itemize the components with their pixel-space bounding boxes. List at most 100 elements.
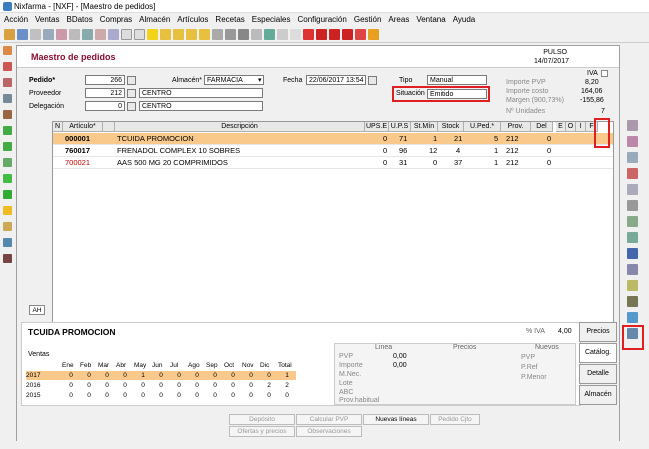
pedido-field[interactable]: 266 [85,75,125,85]
menu-areas[interactable]: Areas [388,15,409,24]
list-icon[interactable] [69,29,80,40]
col-ups[interactable]: U.P.S [389,122,411,132]
col-stmin[interactable]: St.Mín [411,122,438,132]
menu-almacen[interactable]: Almacén [139,15,170,24]
tab-catalogo[interactable]: Catálog. [579,343,617,363]
menu-compras[interactable]: Compras [100,15,132,24]
tab-detalle[interactable]: Detalle [579,364,617,384]
ofertas-button[interactable]: Ofertas y precios [229,426,295,437]
search-icon[interactable] [251,29,262,40]
menu-especiales[interactable]: Especiales [252,15,291,24]
prev-icon[interactable] [173,29,184,40]
doc2-icon[interactable] [134,29,145,40]
proveedor-lookup-icon[interactable] [127,89,136,98]
tab-precios[interactable]: Precios [579,322,617,342]
table-row[interactable]: 700021 AAS 500 MG 20 COMPRIMIDOS 0 31 0 … [53,157,613,169]
undo-icon[interactable] [30,29,41,40]
observaciones-button[interactable]: Observaciones [296,426,362,437]
delegacion-lookup-icon[interactable] [127,102,136,111]
situacion-field[interactable]: Emitido [427,89,487,99]
nav-icon-6[interactable] [3,126,12,135]
menu-ventas[interactable]: Ventas [35,15,59,24]
delegacion-name-field[interactable]: CENTRO [139,101,263,111]
doc-icon[interactable] [121,29,132,40]
last-icon[interactable] [199,29,210,40]
blank-icon[interactable] [290,29,301,40]
col-i[interactable]: I [576,122,586,132]
warning-icon[interactable] [3,206,12,215]
tool-icon-12[interactable] [627,296,638,307]
red-icon[interactable] [303,29,314,40]
proveedor-field[interactable]: 212 [85,88,125,98]
tool-icon-5[interactable] [627,184,638,195]
menu-accion[interactable]: Acción [4,15,28,24]
tab-almacen[interactable]: Almacén [579,385,617,405]
calendar-icon[interactable] [368,76,377,85]
col-articulo[interactable]: Artículo* [63,122,103,132]
help-icon[interactable] [355,29,366,40]
copy-icon[interactable] [95,29,106,40]
col-del[interactable]: Del [531,122,553,132]
ah-tab[interactable]: AH [29,305,45,315]
nav-icon-13[interactable] [3,238,12,247]
tool-icon-1[interactable] [627,120,638,131]
recycle-icon[interactable] [3,190,12,199]
delegacion-field[interactable]: 0 [85,101,125,111]
refresh-icon[interactable] [212,29,223,40]
nav-icon-5[interactable] [3,110,12,119]
col-prov[interactable]: Prov. [501,122,531,132]
folder-icon[interactable] [4,29,15,40]
col-uped[interactable]: U.Ped.* [464,122,501,132]
find-icon[interactable] [43,29,54,40]
preview-icon[interactable] [238,29,249,40]
first-icon[interactable] [160,29,171,40]
tipo-field[interactable]: Manual [427,75,487,85]
deposito-button[interactable]: Depósito [229,414,295,425]
filter-icon[interactable] [56,29,67,40]
table-row[interactable]: 760017 FRENADOL COMPLEX 10 SOBRES 0 96 1… [53,145,613,157]
save-icon[interactable] [17,29,28,40]
menu-gestion[interactable]: Gestión [354,15,382,24]
menu-bdatos[interactable]: BDatos [66,15,92,24]
tool-icon-2[interactable] [627,136,638,147]
star-icon[interactable] [147,29,158,40]
menu-ventana[interactable]: Ventana [416,15,445,24]
paste-icon[interactable] [108,29,119,40]
menu-ayuda[interactable]: Ayuda [453,15,476,24]
menu-articulos[interactable]: Artículos [177,15,208,24]
tool-icon-10[interactable] [627,264,638,275]
chevron-down-icon[interactable]: ▾ [258,76,262,84]
nav-icon-3[interactable] [3,78,12,87]
col-descripcion[interactable]: Descripción [115,122,365,132]
col-n[interactable]: N [53,122,63,132]
d-icon[interactable] [342,29,353,40]
grid-icon[interactable] [82,29,93,40]
pedido-cjto-button[interactable]: Pedido Cjto [430,414,480,425]
menu-recetas[interactable]: Recetas [215,15,244,24]
pedido-lookup-icon[interactable] [127,76,136,85]
calcular-pvp-button[interactable]: Calcular PVP [296,414,362,425]
tool-icon-13[interactable] [627,312,638,323]
col-stock[interactable]: Stock [438,122,464,132]
font-icon[interactable] [627,248,638,259]
plus-icon[interactable] [3,174,12,183]
proveedor-name-field[interactable]: CENTRO [139,88,263,98]
nav-icon-1[interactable] [3,46,12,55]
g-icon[interactable] [316,29,327,40]
nav-icon-4[interactable] [3,94,12,103]
print-icon[interactable] [225,29,236,40]
calc-icon[interactable] [264,29,275,40]
iva-checkbox[interactable] [601,70,608,77]
table-row[interactable]: 000001 TCUIDA PROMOCION 0 71 1 21 5 212 … [53,133,613,145]
s-icon[interactable] [329,29,340,40]
nav-icon-8[interactable] [3,158,12,167]
nav-icon-12[interactable] [3,222,12,231]
fecha-field[interactable]: 22/06/2017 13:54 [306,75,366,85]
col-articulo-lookup[interactable] [103,122,115,132]
nuevas-lineas-button[interactable]: Nuevas líneas [363,414,429,425]
col-o[interactable]: O [566,122,576,132]
tool-icon-3[interactable] [627,152,638,163]
nav-icon-7[interactable] [3,142,12,151]
tool-icon-7[interactable] [627,216,638,227]
nav-icon-14[interactable] [3,254,12,263]
